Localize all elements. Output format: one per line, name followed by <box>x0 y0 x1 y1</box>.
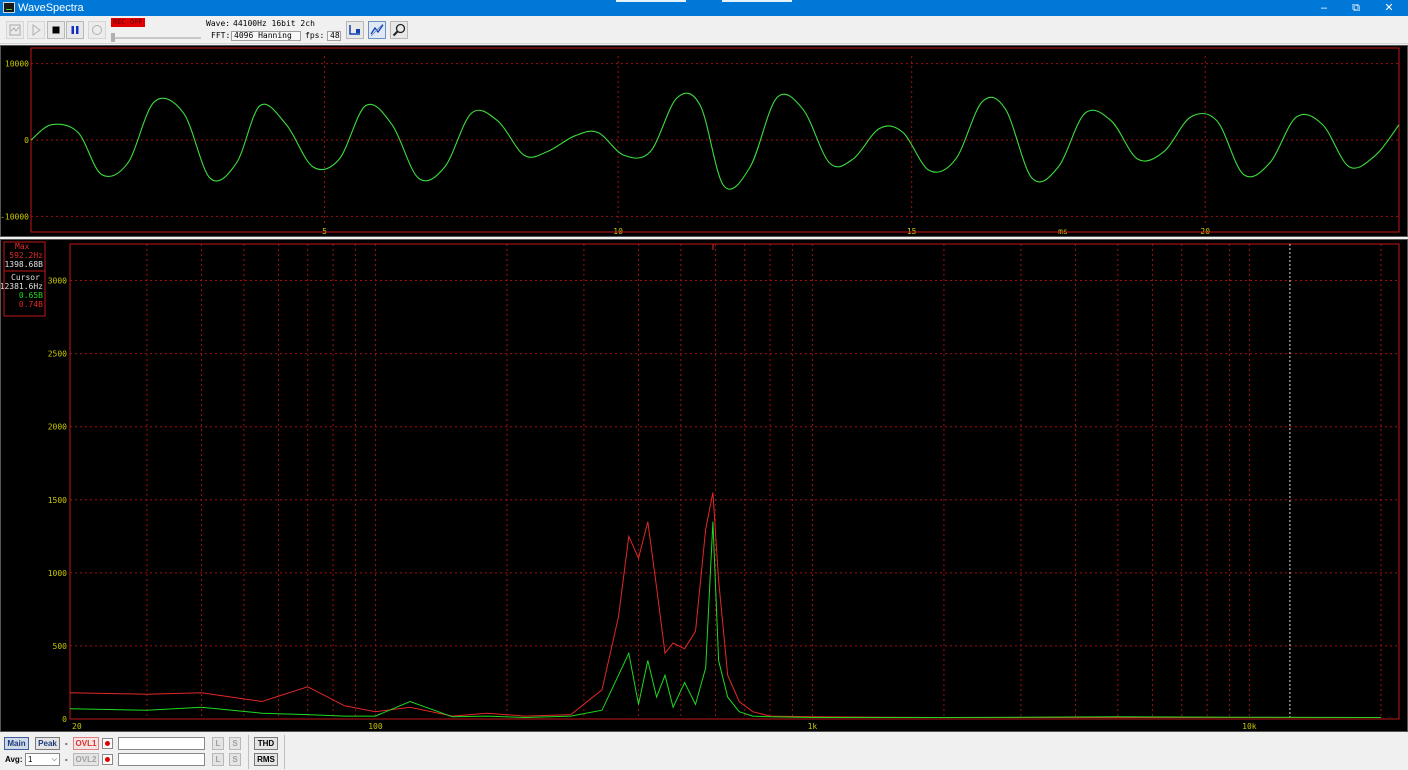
app-logo-icon <box>3 2 15 13</box>
y-tick-label: 3000 <box>48 277 67 286</box>
fps-value: 48 <box>327 31 341 41</box>
cursor-right-value: 0.74B <box>19 300 43 309</box>
slider-thumb[interactable] <box>111 33 115 42</box>
zoom-tool-icon <box>392 23 406 37</box>
open-wave-icon <box>9 24 21 36</box>
record-icon <box>92 25 102 35</box>
plot-frame <box>69 243 1400 720</box>
wave-info-label: Wave: <box>206 19 231 28</box>
spectrum-panel[interactable]: 3000 2500 2000 1500 1000 500 0 20 100 1k 10k Max 592… <box>0 239 1408 732</box>
dash-separator: - <box>65 755 68 764</box>
ovl1-field[interactable] <box>118 737 205 750</box>
minimize-button[interactable]: – <box>1310 0 1338 16</box>
open-wave-button[interactable] <box>6 21 24 39</box>
y-tick-label: 2000 <box>48 423 67 432</box>
fft-label: FFT: <box>211 31 231 40</box>
avg-label: Avg: <box>5 755 23 764</box>
peak-button[interactable]: Peak <box>35 737 60 750</box>
right-channel-line <box>69 492 1381 718</box>
rms-button[interactable]: RMS <box>254 753 278 766</box>
x-tick-label: 1k <box>808 722 818 731</box>
y-tick-label: 0 <box>62 715 67 724</box>
play-button[interactable] <box>27 21 45 39</box>
y-tick-label: 1000 <box>48 569 67 578</box>
rec-status-label: REC OFF <box>111 18 145 27</box>
x-tick-label: 100 <box>368 722 383 731</box>
left-channel-line <box>69 521 1381 719</box>
record-button[interactable] <box>88 21 106 39</box>
record-dot-icon[interactable] <box>102 754 113 765</box>
separator <box>284 735 285 769</box>
title-marker <box>616 0 686 2</box>
cursor-title: Cursor <box>11 273 40 282</box>
close-button[interactable]: ✕ <box>1375 0 1403 16</box>
channel-select-button[interactable] <box>346 21 364 39</box>
control-bar: Main Peak - OVL1 L S Avg: 1 ⌵ - OVL2 L S… <box>0 733 1408 770</box>
zoom-tool-button[interactable] <box>390 21 408 39</box>
readout-boxes: Max592.2Hz1398.68B Cursor12381.6Hz0.65B0.… <box>1 241 46 317</box>
ovl1-indicator: OVL1 <box>73 737 99 750</box>
avg-select[interactable]: 1 ⌵ <box>25 753 60 766</box>
ovl2-field[interactable] <box>118 753 205 766</box>
wave-display-button[interactable] <box>368 21 386 39</box>
wave-info: 44100Hz 16bit 2ch <box>233 19 315 28</box>
waveform-panel[interactable]: 5 10 15 20 10000 0 -10000 ms <box>0 45 1408 237</box>
ovl2-indicator: OVL2 <box>73 753 99 766</box>
cursor-frequency: 12381.6Hz <box>1 282 43 291</box>
max-title: Max <box>15 242 30 251</box>
max-frequency: 592.2Hz <box>9 251 43 260</box>
x-tick-label: 10k <box>1242 722 1257 731</box>
y-tick-label: 10000 <box>5 60 29 69</box>
toolbar: REC OFF Wave: 44100Hz 16bit 2ch FFT: 409… <box>0 16 1408 44</box>
fps-label: fps: <box>305 31 325 40</box>
stop-button[interactable] <box>47 21 65 39</box>
l-button[interactable]: L <box>212 753 224 766</box>
y-tick-label: -10000 <box>1 212 29 221</box>
channel-select-icon <box>349 25 360 35</box>
dash-separator: - <box>65 739 68 748</box>
chevron-down-icon: ⌵ <box>51 756 57 763</box>
wave-display-icon <box>370 23 384 37</box>
title-bar: WaveSpectra – ⧉ ✕ <box>0 0 1408 16</box>
window-title: WaveSpectra <box>18 2 84 14</box>
fft-info: 4096 Hanning <box>231 31 301 41</box>
separator <box>248 735 249 769</box>
main-button[interactable]: Main <box>4 737 29 750</box>
pause-button[interactable] <box>66 21 84 39</box>
s-button[interactable]: S <box>229 753 241 766</box>
waveform-line <box>30 92 1400 190</box>
max-value: 1398.68B <box>4 260 43 269</box>
y-tick-label: 1500 <box>48 496 67 505</box>
y-tick-label: 2500 <box>48 350 67 359</box>
y-tick-label: 0 <box>24 136 29 145</box>
avg-value: 1 <box>28 755 33 764</box>
stop-icon <box>52 26 60 34</box>
restore-button[interactable]: ⧉ <box>1342 0 1370 16</box>
play-icon <box>32 24 41 36</box>
title-marker <box>722 0 792 2</box>
thd-button[interactable]: THD <box>254 737 278 750</box>
pause-icon <box>71 26 79 34</box>
y-tick-label: 500 <box>53 642 68 651</box>
record-dot-icon[interactable] <box>102 738 113 749</box>
record-level-slider[interactable] <box>113 37 201 39</box>
l-button[interactable]: L <box>212 737 224 750</box>
cursor-left-value: 0.65B <box>19 291 43 300</box>
waveform-chart[interactable]: 5 10 15 20100000-10000ms <box>1 46 1407 236</box>
x-tick-label: 20 <box>72 722 82 731</box>
s-button[interactable]: S <box>229 737 241 750</box>
spectrum-chart[interactable]: 3000 2500 2000 1500 1000 500 0 20 100 1k 10k Max592… <box>1 240 1407 731</box>
